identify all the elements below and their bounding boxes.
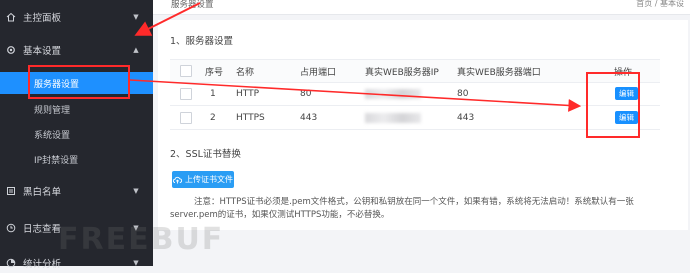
annotation-arrow-edit xyxy=(129,79,582,112)
annotation-arrow-menu xyxy=(134,2,201,36)
annotation-arrows xyxy=(129,2,582,112)
